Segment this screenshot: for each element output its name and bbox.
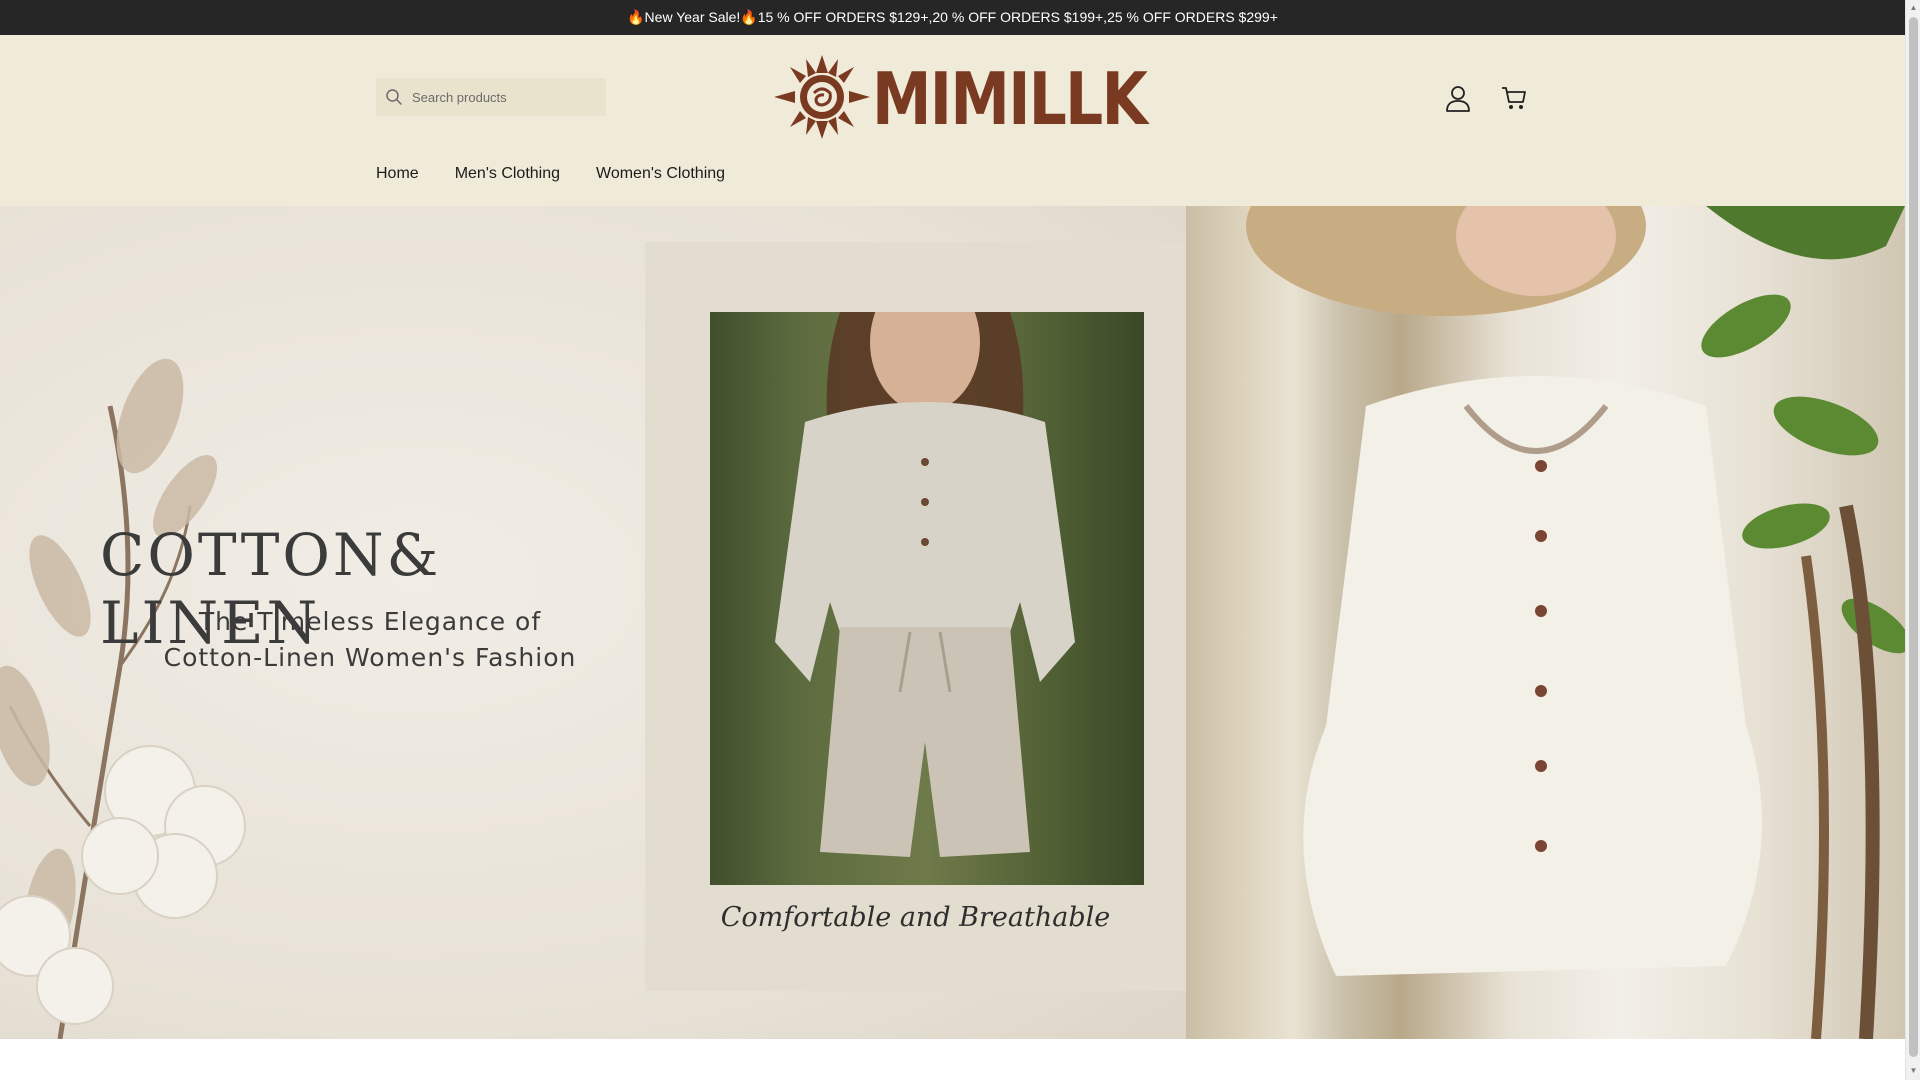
model-photo: [1186, 206, 1905, 1039]
hero-subtitle-line-1: The Timeless Elegance of: [198, 607, 542, 636]
scroll-down-icon[interactable]: ▼: [1909, 1066, 1918, 1075]
hero-subtitle-line-2: Cotton-Linen Women's Fashion: [163, 643, 577, 672]
announcement-bar: 🔥New Year Sale!🔥15 % OFF ORDERS $129+,20…: [0, 0, 1905, 35]
user-icon[interactable]: [1441, 81, 1475, 115]
logo-wordmark: MIMILLK: [872, 57, 1148, 141]
hero-caption: Comfortable and Breathable: [720, 902, 1111, 933]
search-box[interactable]: [376, 78, 606, 116]
page-below-fold: [0, 1039, 1905, 1080]
nav-item-womens-clothing[interactable]: Women's Clothing: [596, 165, 725, 183]
linen-outfit-photo: [710, 312, 1144, 885]
announcement-text: 🔥New Year Sale!🔥15 % OFF ORDERS $129+,20…: [627, 9, 1278, 25]
nav-item-mens-clothing[interactable]: Men's Clothing: [455, 165, 560, 183]
page-scrollbar[interactable]: ▲ ▼: [1905, 0, 1920, 1080]
main-nav: Home Men's Clothing Women's Clothing: [376, 165, 725, 183]
scroll-up-icon[interactable]: ▲: [1909, 3, 1918, 12]
search-input[interactable]: [412, 89, 592, 105]
search-icon[interactable]: [376, 78, 412, 116]
scrollbar-thumb[interactable]: [1909, 17, 1918, 1057]
site-header: MIMILLK Home Men's Clothing Women's Clot…: [0, 35, 1905, 206]
product-frame: Comfortable and Breathable: [645, 242, 1186, 991]
hero-banner[interactable]: COTTON& LINEN The Timeless Elegance of C…: [0, 206, 1905, 1039]
hero-subtitle: The Timeless Elegance of Cotton-Linen Wo…: [130, 604, 610, 676]
cart-icon[interactable]: [1497, 81, 1531, 115]
brand-logo[interactable]: MIMILLK: [770, 53, 1148, 141]
sun-logo-icon: [774, 55, 870, 139]
nav-item-home[interactable]: Home: [376, 165, 419, 183]
